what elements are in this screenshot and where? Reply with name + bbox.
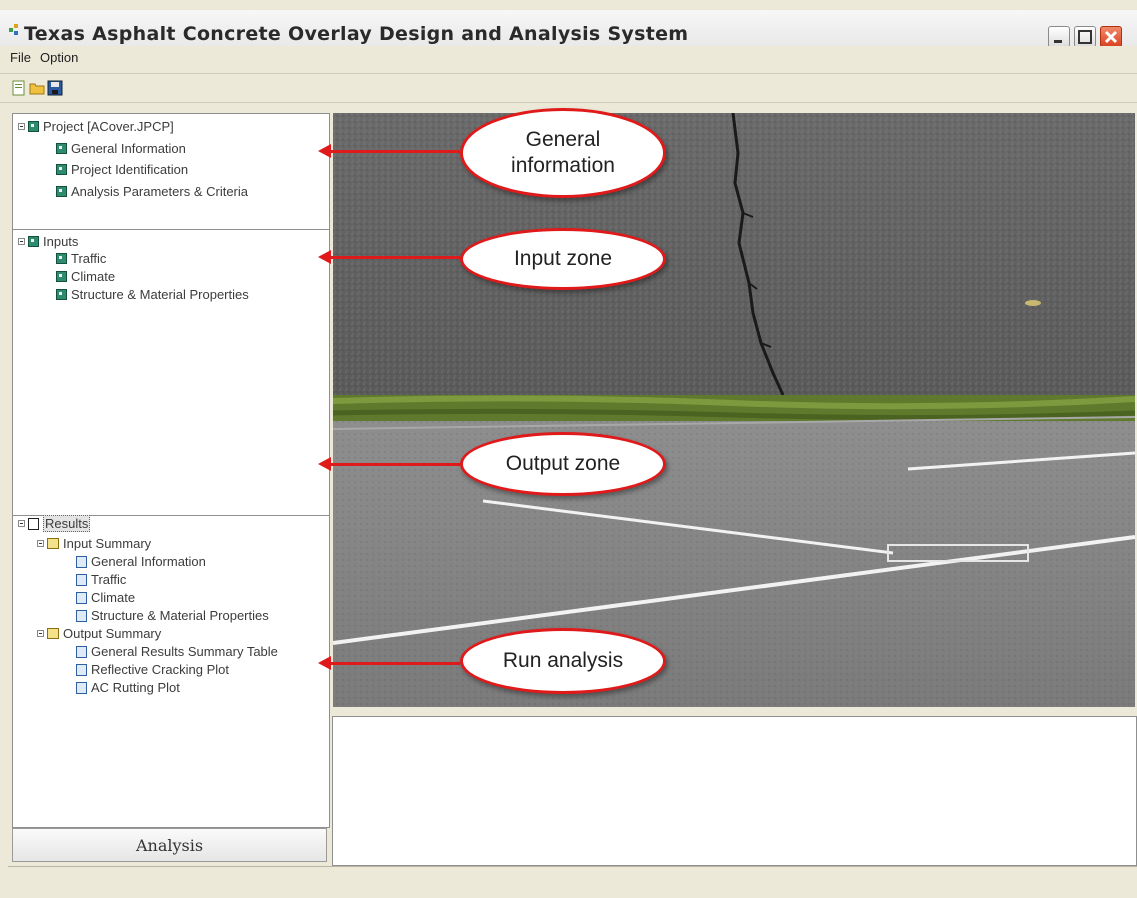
tree-node-inputs[interactable]: Inputs bbox=[18, 234, 78, 249]
results-icon bbox=[28, 517, 39, 530]
page-icon bbox=[76, 609, 87, 622]
tree-item-reflective-cracking-plot[interactable]: Reflective Cracking Plot bbox=[76, 662, 229, 677]
tree-node-results[interactable]: Results bbox=[18, 515, 91, 532]
project-icon bbox=[28, 121, 39, 132]
tree-item-structure-material[interactable]: Structure & Material Properties bbox=[56, 287, 249, 302]
menu-option[interactable]: Option bbox=[40, 50, 78, 65]
menu-bar: File Option bbox=[0, 46, 1137, 70]
callout-run-analysis: Run analysis bbox=[460, 628, 666, 694]
tree-node-input-summary[interactable]: Input Summary bbox=[37, 536, 151, 551]
close-icon bbox=[1104, 30, 1118, 44]
page-icon bbox=[76, 573, 87, 586]
node-icon bbox=[56, 289, 67, 300]
page-icon bbox=[76, 681, 87, 694]
node-icon bbox=[56, 253, 67, 264]
arrow-output bbox=[318, 457, 460, 471]
message-pane bbox=[332, 716, 1137, 866]
toolbar bbox=[0, 73, 1137, 103]
title-bar[interactable]: Texas Asphalt Concrete Overlay Design an… bbox=[0, 10, 1137, 48]
arrow-run bbox=[318, 656, 460, 670]
menu-file[interactable]: File bbox=[10, 50, 31, 65]
node-icon bbox=[56, 143, 67, 154]
window-title: Texas Asphalt Concrete Overlay Design an… bbox=[24, 23, 689, 45]
new-file-icon[interactable] bbox=[11, 80, 27, 96]
road-photo bbox=[333, 113, 1135, 707]
node-icon bbox=[56, 186, 67, 197]
arrow-general bbox=[318, 144, 460, 158]
pavement-image bbox=[333, 113, 1135, 707]
tree-item-general-results-table[interactable]: General Results Summary Table bbox=[76, 644, 278, 659]
page-icon bbox=[76, 555, 87, 568]
page-icon bbox=[76, 663, 87, 676]
app-icon bbox=[9, 24, 18, 35]
tree-node-output-summary[interactable]: Output Summary bbox=[37, 626, 161, 641]
tree-item-analysis-parameters[interactable]: Analysis Parameters & Criteria bbox=[56, 184, 248, 199]
analysis-button[interactable]: Analysis bbox=[12, 828, 327, 862]
callout-general-information: General information bbox=[460, 108, 666, 198]
maximize-icon bbox=[1078, 30, 1092, 44]
collapse-icon[interactable] bbox=[18, 123, 25, 130]
tree-item-climate[interactable]: Climate bbox=[56, 269, 115, 284]
collapse-icon[interactable] bbox=[37, 540, 44, 547]
book-icon bbox=[47, 538, 59, 549]
minimize-button[interactable] bbox=[1048, 26, 1070, 48]
inputs-icon bbox=[28, 236, 39, 247]
collapse-icon[interactable] bbox=[18, 238, 25, 245]
callout-input-zone: Input zone bbox=[460, 228, 666, 290]
tree-item-traffic[interactable]: Traffic bbox=[56, 251, 106, 266]
tree-node-project[interactable]: Project [ACover.JPCP] bbox=[18, 119, 174, 134]
status-bar bbox=[8, 866, 1137, 897]
page-icon bbox=[76, 645, 87, 658]
page-icon bbox=[76, 591, 87, 604]
node-icon bbox=[56, 164, 67, 175]
node-icon bbox=[56, 271, 67, 282]
tree-item-project-identification[interactable]: Project Identification bbox=[56, 162, 188, 177]
collapse-icon[interactable] bbox=[37, 630, 44, 637]
tree-item-summary-traffic[interactable]: Traffic bbox=[76, 572, 126, 587]
maximize-button[interactable] bbox=[1074, 26, 1096, 48]
app-window: Texas Asphalt Concrete Overlay Design an… bbox=[0, 0, 1137, 898]
arrow-input bbox=[318, 250, 460, 264]
tree-item-summary-climate[interactable]: Climate bbox=[76, 590, 135, 605]
callout-output-zone: Output zone bbox=[460, 432, 666, 496]
save-icon[interactable] bbox=[47, 80, 63, 96]
collapse-icon[interactable] bbox=[18, 520, 25, 527]
minimize-icon bbox=[1054, 40, 1062, 43]
tree-item-summary-structure[interactable]: Structure & Material Properties bbox=[76, 608, 269, 623]
close-button[interactable] bbox=[1100, 26, 1122, 48]
tree-item-general-information[interactable]: General Information bbox=[56, 141, 186, 156]
tree-item-ac-rutting-plot[interactable]: AC Rutting Plot bbox=[76, 680, 180, 695]
open-folder-icon[interactable] bbox=[29, 80, 45, 96]
tree-item-summary-general[interactable]: General Information bbox=[76, 554, 206, 569]
book-icon bbox=[47, 628, 59, 639]
